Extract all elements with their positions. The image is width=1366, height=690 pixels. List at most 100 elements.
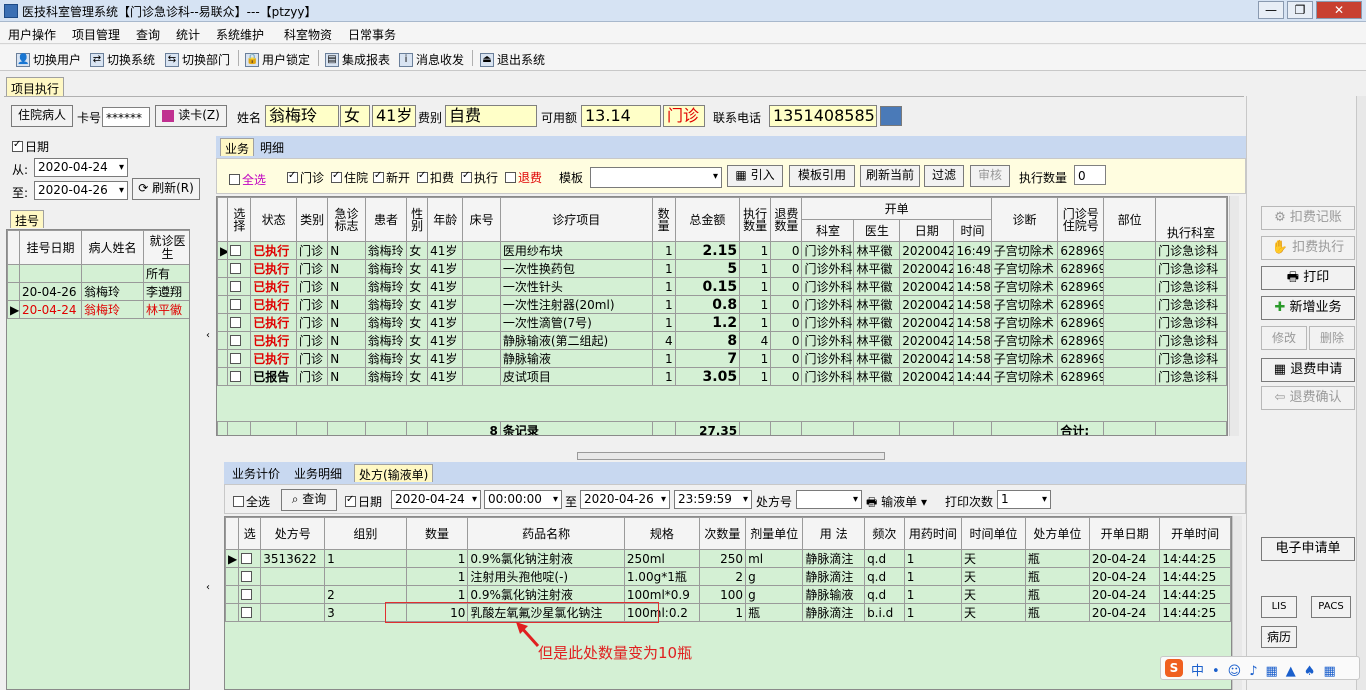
refund-request-button[interactable]: ▦ 退费申请 <box>1261 358 1355 382</box>
lis-button[interactable]: LIS <box>1261 596 1297 618</box>
collapse-arrow-icon[interactable]: ‹ <box>206 330 210 341</box>
splitter-handle[interactable] <box>577 452 885 460</box>
tab-project-exec[interactable]: 项目执行 <box>6 77 65 96</box>
rx-to-time[interactable]: 23:59:59 <box>674 490 752 509</box>
card-input[interactable]: ****** <box>102 107 150 127</box>
filter-executed[interactable]: 执行 <box>461 169 498 186</box>
restore-button[interactable]: ❐ <box>1287 1 1313 19</box>
query-button[interactable]: ⌕ 查询 <box>281 489 337 511</box>
table-row[interactable]: 已执行门诊N翁梅玲女41岁一次性针头10.1510门诊外科林平徽20200424… <box>217 277 1227 296</box>
filter-outpatient[interactable]: 门诊 <box>287 169 324 186</box>
tab-registration[interactable]: 挂号 <box>10 210 45 228</box>
infusion-button[interactable]: 🖶 输液单 ▾ <box>866 493 927 514</box>
from-date-select[interactable]: 2020-04-24 <box>34 158 128 177</box>
rx-col-dose: 次数量 <box>698 517 747 550</box>
report-button[interactable]: ▤ 集成报表 <box>325 51 390 68</box>
import-button[interactable]: ▦ 引入 <box>727 165 783 187</box>
message-button[interactable]: i 消息收发 <box>399 51 464 68</box>
template-select[interactable] <box>590 167 722 188</box>
rx-no-input[interactable] <box>796 490 862 509</box>
ime-icons: 中•☺♪▦▲♠▦ <box>1191 664 1344 679</box>
charge-record-button[interactable]: ⚙ 扣费记账 <box>1261 206 1355 230</box>
filter-new[interactable]: 新开 <box>373 169 410 186</box>
date-checkbox[interactable] <box>12 139 23 152</box>
delete-button[interactable]: 删除 <box>1309 326 1355 350</box>
read-card-button[interactable]: 读卡(Z) <box>155 105 227 127</box>
menu-user-ops[interactable]: 用户操作 <box>8 26 56 43</box>
tab-business-detail[interactable]: 业务明细 <box>290 464 346 482</box>
ime-toolbar[interactable]: S 中•☺♪▦▲♠▦ <box>1160 656 1360 680</box>
filter-refund[interactable]: 退费 <box>505 169 542 186</box>
rx-row[interactable]: 2 1 0.9%氯化钠注射液 100ml*0.9 100 g 静脉输液 q.d 1 天瓶 20-04… <box>225 585 1231 604</box>
rx-row[interactable]: 1 注射用头孢他啶(-) 1.00g*1瓶 2 g 静脉滴注 q.d 1 天瓶 20-04-24 1… <box>225 567 1231 586</box>
rx-row[interactable]: 3 10 乳酸左氧氟沙星氯化钠注 100ml:0.2 1 瓶静脉滴注 b.i.d 1 天瓶 20-… <box>225 603 1231 622</box>
refresh-current-button[interactable]: 刷新当前 <box>860 165 920 187</box>
date-filter[interactable]: 日期 <box>12 138 49 155</box>
rx-from-date[interactable]: 2020-04-24 <box>391 490 481 509</box>
switch-dept-button[interactable]: ⇆ 切换部门 <box>165 51 230 68</box>
col-amount: 总金额 <box>674 197 741 242</box>
charge-exec-button[interactable]: ✋ 扣费执行 <box>1261 236 1355 260</box>
menu-daily-affairs[interactable]: 日常事务 <box>348 26 396 43</box>
col-diagnosis: 诊断 <box>990 197 1059 242</box>
audit-button[interactable]: 审核 <box>970 165 1010 187</box>
close-button[interactable]: ✕ <box>1316 1 1362 19</box>
template-label: 模板 <box>559 171 584 185</box>
minimize-button[interactable]: — <box>1258 1 1284 19</box>
tab-prescription[interactable]: 处方(输液单) <box>354 464 434 482</box>
tab-business[interactable]: 业务 <box>220 138 255 156</box>
edit-button[interactable]: 修改 <box>1261 326 1307 350</box>
rx-date-filter[interactable]: 日期 <box>345 493 382 510</box>
new-business-button[interactable]: ✚ 新增业务 <box>1261 296 1355 320</box>
exec-count-input[interactable]: 0 <box>1074 165 1106 185</box>
switch-user-button[interactable]: 👤 切换用户 <box>16 51 81 68</box>
window-vscroll[interactable] <box>1356 96 1366 690</box>
table-row[interactable]: ▶已执行门诊N翁梅玲女41岁医用纱布块12.1510门诊外科林平徽2020042… <box>217 241 1227 260</box>
rx-to-label: 至 <box>565 495 578 509</box>
tab-business-pricing[interactable]: 业务计价 <box>228 464 284 482</box>
switch-system-button[interactable]: ⇄ 切换系统 <box>90 51 155 68</box>
medical-record-button[interactable]: 病历 <box>1261 626 1297 648</box>
collapse-arrow-icon[interactable]: ‹ <box>206 582 210 593</box>
table-row[interactable]: 所有 <box>7 264 189 283</box>
print-count-input[interactable]: 1 <box>997 490 1051 509</box>
menu-project-mgmt[interactable]: 项目管理 <box>72 26 120 43</box>
phone-book-icon[interactable] <box>880 106 902 126</box>
print-button[interactable]: 🖶 打印 <box>1261 266 1355 290</box>
rx-to-date[interactable]: 2020-04-26 <box>580 490 670 509</box>
business-vscroll[interactable] <box>1229 196 1239 436</box>
lock-user-button[interactable]: 🔒 用户锁定 <box>245 51 310 68</box>
exit-button[interactable]: ⏏ 退出系统 <box>480 51 545 68</box>
pacs-button[interactable]: PACS <box>1311 596 1351 618</box>
col-sex: 性别 <box>406 197 429 242</box>
menu-statistics[interactable]: 统计 <box>176 26 200 43</box>
rx-select-all[interactable]: 全选 <box>233 493 270 510</box>
refund-confirm-button[interactable]: ⇦ 退费确认 <box>1261 386 1355 410</box>
table-row[interactable]: 已执行门诊N翁梅玲女41岁静脉输液1710门诊外科林平徽2020042414:5… <box>217 349 1227 368</box>
template-ref-button[interactable]: 模板引用 <box>789 165 855 187</box>
table-row[interactable]: 已执行 门诊 N 翁梅玲女 41岁 一次性滴管(7号) 1 1.2 1 0 门诊外科 林平徽 20200… <box>217 313 1227 332</box>
table-row[interactable]: 已执行 门诊 N 翁梅玲女 41岁 静脉输液(第二组起) 4 8 4 0 门诊外科 林平徽 202004… <box>217 331 1227 350</box>
patient-type-button[interactable]: 住院病人 <box>11 105 73 127</box>
filter-charge[interactable]: 扣费 <box>417 169 454 186</box>
table-row-selected[interactable]: ▶ 20-04-24 翁梅玲 林平徽 <box>7 300 189 319</box>
table-row[interactable]: 20-04-26 翁梅玲 李遵翔 <box>7 282 189 301</box>
rx-from-time[interactable]: 00:00:00 <box>484 490 562 509</box>
table-row[interactable]: 已执行 门诊 N 翁梅玲女 41岁 一次性注射器(20ml) 1 0.8 1 0 门诊外科 林平徽 20… <box>217 295 1227 314</box>
filter-inpatient[interactable]: 住院 <box>331 169 368 186</box>
menu-query[interactable]: 查询 <box>136 26 160 43</box>
to-date-select[interactable]: 2020-04-26 <box>34 181 128 200</box>
tab-detail[interactable]: 明细 <box>256 138 288 156</box>
filter-button[interactable]: 过滤 <box>924 165 964 187</box>
menu-system-maint[interactable]: 系统维护 <box>216 26 264 43</box>
table-row[interactable]: 已执行门诊N翁梅玲女41岁一次性换药包1510门诊外科林平徽2020042416… <box>217 259 1227 278</box>
rx-row[interactable]: ▶ 3513622 1 1 0.9%氯化钠注射液 250ml 250 ml 静脉滴注 q.d 1 天瓶… <box>225 549 1231 568</box>
e-request-button[interactable]: 电子申请单 <box>1261 537 1355 561</box>
refresh-button[interactable]: ⟳ 刷新(R) <box>132 178 200 200</box>
table-row[interactable]: 已报告门诊N翁梅玲女41岁皮试项目13.0510门诊外科林平徽202004241… <box>217 367 1227 386</box>
menu-dept-supplies[interactable]: 科室物资 <box>284 26 332 43</box>
select-all-checkbox[interactable]: 全选 <box>229 171 266 188</box>
col-visit-no: 门诊号住院号 <box>1057 197 1105 242</box>
col-doctor: 就诊医生 <box>143 230 189 265</box>
col-time: 时间 <box>953 219 992 242</box>
